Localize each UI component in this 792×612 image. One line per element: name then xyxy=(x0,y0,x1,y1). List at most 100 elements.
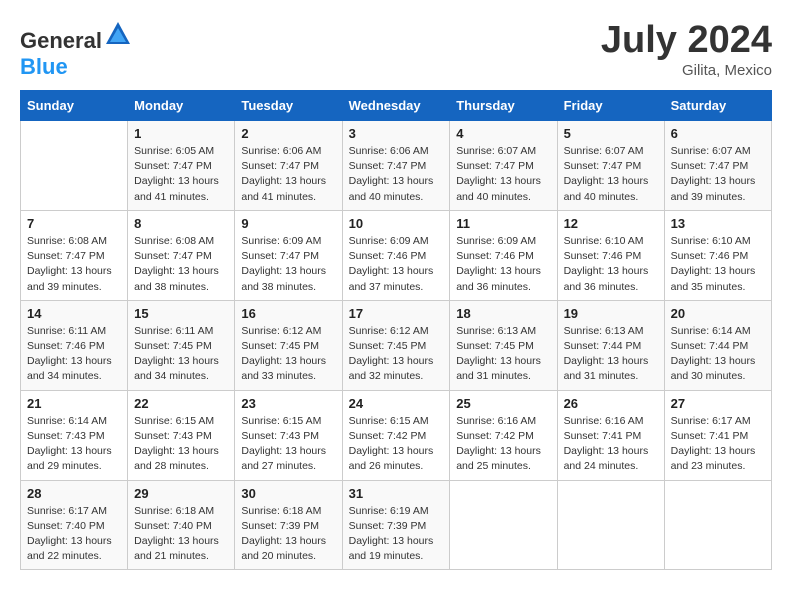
day-number: 1 xyxy=(134,126,228,141)
location-subtitle: Gilita, Mexico xyxy=(601,62,772,79)
calendar-week-row: 7 Sunrise: 6:08 AM Sunset: 7:47 PM Daylig… xyxy=(21,210,772,300)
calendar-week-row: 14 Sunrise: 6:11 AM Sunset: 7:46 PM Dayli… xyxy=(21,300,772,390)
day-info: Sunrise: 6:12 AM Sunset: 7:45 PM Dayligh… xyxy=(349,324,444,385)
calendar-cell: 4 Sunrise: 6:07 AM Sunset: 7:47 PM Daylig… xyxy=(450,121,557,211)
calendar-week-row: 1Sunrise: 6:05 AM Sunset: 7:47 PM Daylig… xyxy=(21,121,772,211)
calendar-week-row: 28 Sunrise: 6:17 AM Sunset: 7:40 PM Dayli… xyxy=(21,480,772,570)
day-info: Sunrise: 6:06 AM Sunset: 7:47 PM Dayligh… xyxy=(241,144,335,205)
day-number: 9 xyxy=(241,216,335,231)
calendar-cell xyxy=(557,480,664,570)
day-info: Sunrise: 6:13 AM Sunset: 7:44 PM Dayligh… xyxy=(564,324,658,385)
day-info: Sunrise: 6:11 AM Sunset: 7:46 PM Dayligh… xyxy=(27,324,121,385)
month-year-title: July 2024 xyxy=(601,20,772,62)
day-info: Sunrise: 6:06 AM Sunset: 7:47 PM Dayligh… xyxy=(349,144,444,205)
calendar-cell: 18Sunrise: 6:13 AM Sunset: 7:45 PM Dayli… xyxy=(450,300,557,390)
calendar-cell: 20Sunrise: 6:14 AM Sunset: 7:44 PM Dayli… xyxy=(664,300,771,390)
calendar-cell: 3 Sunrise: 6:06 AM Sunset: 7:47 PM Daylig… xyxy=(342,121,450,211)
title-block: July 2024 Gilita, Mexico xyxy=(601,20,772,79)
calendar-cell: 7 Sunrise: 6:08 AM Sunset: 7:47 PM Daylig… xyxy=(21,210,128,300)
day-number: 29 xyxy=(134,486,228,501)
day-number: 11 xyxy=(456,216,550,231)
calendar-cell: 25 Sunrise: 6:16 AM Sunset: 7:42 PM Dayli… xyxy=(450,390,557,480)
calendar-cell: 8 Sunrise: 6:08 AM Sunset: 7:47 PM Daylig… xyxy=(128,210,235,300)
day-info: Sunrise: 6:09 AM Sunset: 7:46 PM Dayligh… xyxy=(349,234,444,295)
calendar-cell: 22Sunrise: 6:15 AM Sunset: 7:43 PM Dayli… xyxy=(128,390,235,480)
day-of-week-header: Monday xyxy=(128,91,235,121)
calendar-cell: 15 Sunrise: 6:11 AM Sunset: 7:45 PM Dayli… xyxy=(128,300,235,390)
day-number: 26 xyxy=(564,396,658,411)
day-number: 20 xyxy=(671,306,765,321)
day-of-week-header: Friday xyxy=(557,91,664,121)
calendar-cell: 5Sunrise: 6:07 AM Sunset: 7:47 PM Daylig… xyxy=(557,121,664,211)
logo-blue: Blue xyxy=(20,54,68,79)
day-info: Sunrise: 6:17 AM Sunset: 7:41 PM Dayligh… xyxy=(671,414,765,475)
day-number: 12 xyxy=(564,216,658,231)
calendar-cell: 13Sunrise: 6:10 AM Sunset: 7:46 PM Dayli… xyxy=(664,210,771,300)
day-number: 23 xyxy=(241,396,335,411)
calendar-cell: 27 Sunrise: 6:17 AM Sunset: 7:41 PM Dayli… xyxy=(664,390,771,480)
day-number: 10 xyxy=(349,216,444,231)
calendar-cell: 16Sunrise: 6:12 AM Sunset: 7:45 PM Dayli… xyxy=(235,300,342,390)
day-info: Sunrise: 6:08 AM Sunset: 7:47 PM Dayligh… xyxy=(27,234,121,295)
day-info: Sunrise: 6:19 AM Sunset: 7:39 PM Dayligh… xyxy=(349,504,444,565)
day-number: 21 xyxy=(27,396,121,411)
calendar-table: SundayMondayTuesdayWednesdayThursdayFrid… xyxy=(20,90,772,570)
day-number: 6 xyxy=(671,126,765,141)
day-number: 31 xyxy=(349,486,444,501)
day-info: Sunrise: 6:07 AM Sunset: 7:47 PM Dayligh… xyxy=(671,144,765,205)
day-info: Sunrise: 6:18 AM Sunset: 7:39 PM Dayligh… xyxy=(241,504,335,565)
calendar-cell: 12 Sunrise: 6:10 AM Sunset: 7:46 PM Dayli… xyxy=(557,210,664,300)
calendar-cell: 1Sunrise: 6:05 AM Sunset: 7:47 PM Daylig… xyxy=(128,121,235,211)
day-info: Sunrise: 6:11 AM Sunset: 7:45 PM Dayligh… xyxy=(134,324,228,385)
day-of-week-header: Thursday xyxy=(450,91,557,121)
logo-text: General Blue xyxy=(20,20,132,80)
day-info: Sunrise: 6:10 AM Sunset: 7:46 PM Dayligh… xyxy=(564,234,658,295)
calendar-cell: 26 Sunrise: 6:16 AM Sunset: 7:41 PM Dayli… xyxy=(557,390,664,480)
calendar-cell: 31 Sunrise: 6:19 AM Sunset: 7:39 PM Dayli… xyxy=(342,480,450,570)
day-number: 13 xyxy=(671,216,765,231)
calendar-cell: 24Sunrise: 6:15 AM Sunset: 7:42 PM Dayli… xyxy=(342,390,450,480)
day-number: 14 xyxy=(27,306,121,321)
calendar-cell: 10 Sunrise: 6:09 AM Sunset: 7:46 PM Dayli… xyxy=(342,210,450,300)
calendar-cell: 28 Sunrise: 6:17 AM Sunset: 7:40 PM Dayli… xyxy=(21,480,128,570)
day-number: 3 xyxy=(349,126,444,141)
calendar-cell: 21 Sunrise: 6:14 AM Sunset: 7:43 PM Dayli… xyxy=(21,390,128,480)
day-info: Sunrise: 6:08 AM Sunset: 7:47 PM Dayligh… xyxy=(134,234,228,295)
day-number: 27 xyxy=(671,396,765,411)
day-info: Sunrise: 6:09 AM Sunset: 7:46 PM Dayligh… xyxy=(456,234,550,295)
calendar-cell: 14 Sunrise: 6:11 AM Sunset: 7:46 PM Dayli… xyxy=(21,300,128,390)
calendar-cell: 9 Sunrise: 6:09 AM Sunset: 7:47 PM Daylig… xyxy=(235,210,342,300)
day-number: 4 xyxy=(456,126,550,141)
day-number: 30 xyxy=(241,486,335,501)
day-number: 7 xyxy=(27,216,121,231)
calendar-cell xyxy=(664,480,771,570)
day-info: Sunrise: 6:15 AM Sunset: 7:43 PM Dayligh… xyxy=(241,414,335,475)
day-number: 8 xyxy=(134,216,228,231)
day-info: Sunrise: 6:15 AM Sunset: 7:42 PM Dayligh… xyxy=(349,414,444,475)
day-number: 15 xyxy=(134,306,228,321)
calendar-cell: 2 Sunrise: 6:06 AM Sunset: 7:47 PM Daylig… xyxy=(235,121,342,211)
day-info: Sunrise: 6:09 AM Sunset: 7:47 PM Dayligh… xyxy=(241,234,335,295)
calendar-cell: 29 Sunrise: 6:18 AM Sunset: 7:40 PM Dayli… xyxy=(128,480,235,570)
day-of-week-header: Sunday xyxy=(21,91,128,121)
page-header: General Blue July 2024 Gilita, Mexico xyxy=(20,20,772,80)
day-number: 22 xyxy=(134,396,228,411)
day-info: Sunrise: 6:14 AM Sunset: 7:43 PM Dayligh… xyxy=(27,414,121,475)
day-number: 19 xyxy=(564,306,658,321)
day-of-week-header: Tuesday xyxy=(235,91,342,121)
day-info: Sunrise: 6:18 AM Sunset: 7:40 PM Dayligh… xyxy=(134,504,228,565)
calendar-cell xyxy=(450,480,557,570)
day-number: 25 xyxy=(456,396,550,411)
day-info: Sunrise: 6:07 AM Sunset: 7:47 PM Dayligh… xyxy=(456,144,550,205)
day-number: 2 xyxy=(241,126,335,141)
calendar-cell: 19 Sunrise: 6:13 AM Sunset: 7:44 PM Dayli… xyxy=(557,300,664,390)
logo-general: General xyxy=(20,28,102,53)
calendar-header-row: SundayMondayTuesdayWednesdayThursdayFrid… xyxy=(21,91,772,121)
day-number: 28 xyxy=(27,486,121,501)
day-info: Sunrise: 6:16 AM Sunset: 7:41 PM Dayligh… xyxy=(564,414,658,475)
logo-icon xyxy=(104,20,132,48)
day-info: Sunrise: 6:16 AM Sunset: 7:42 PM Dayligh… xyxy=(456,414,550,475)
day-info: Sunrise: 6:17 AM Sunset: 7:40 PM Dayligh… xyxy=(27,504,121,565)
calendar-cell xyxy=(21,121,128,211)
day-of-week-header: Wednesday xyxy=(342,91,450,121)
